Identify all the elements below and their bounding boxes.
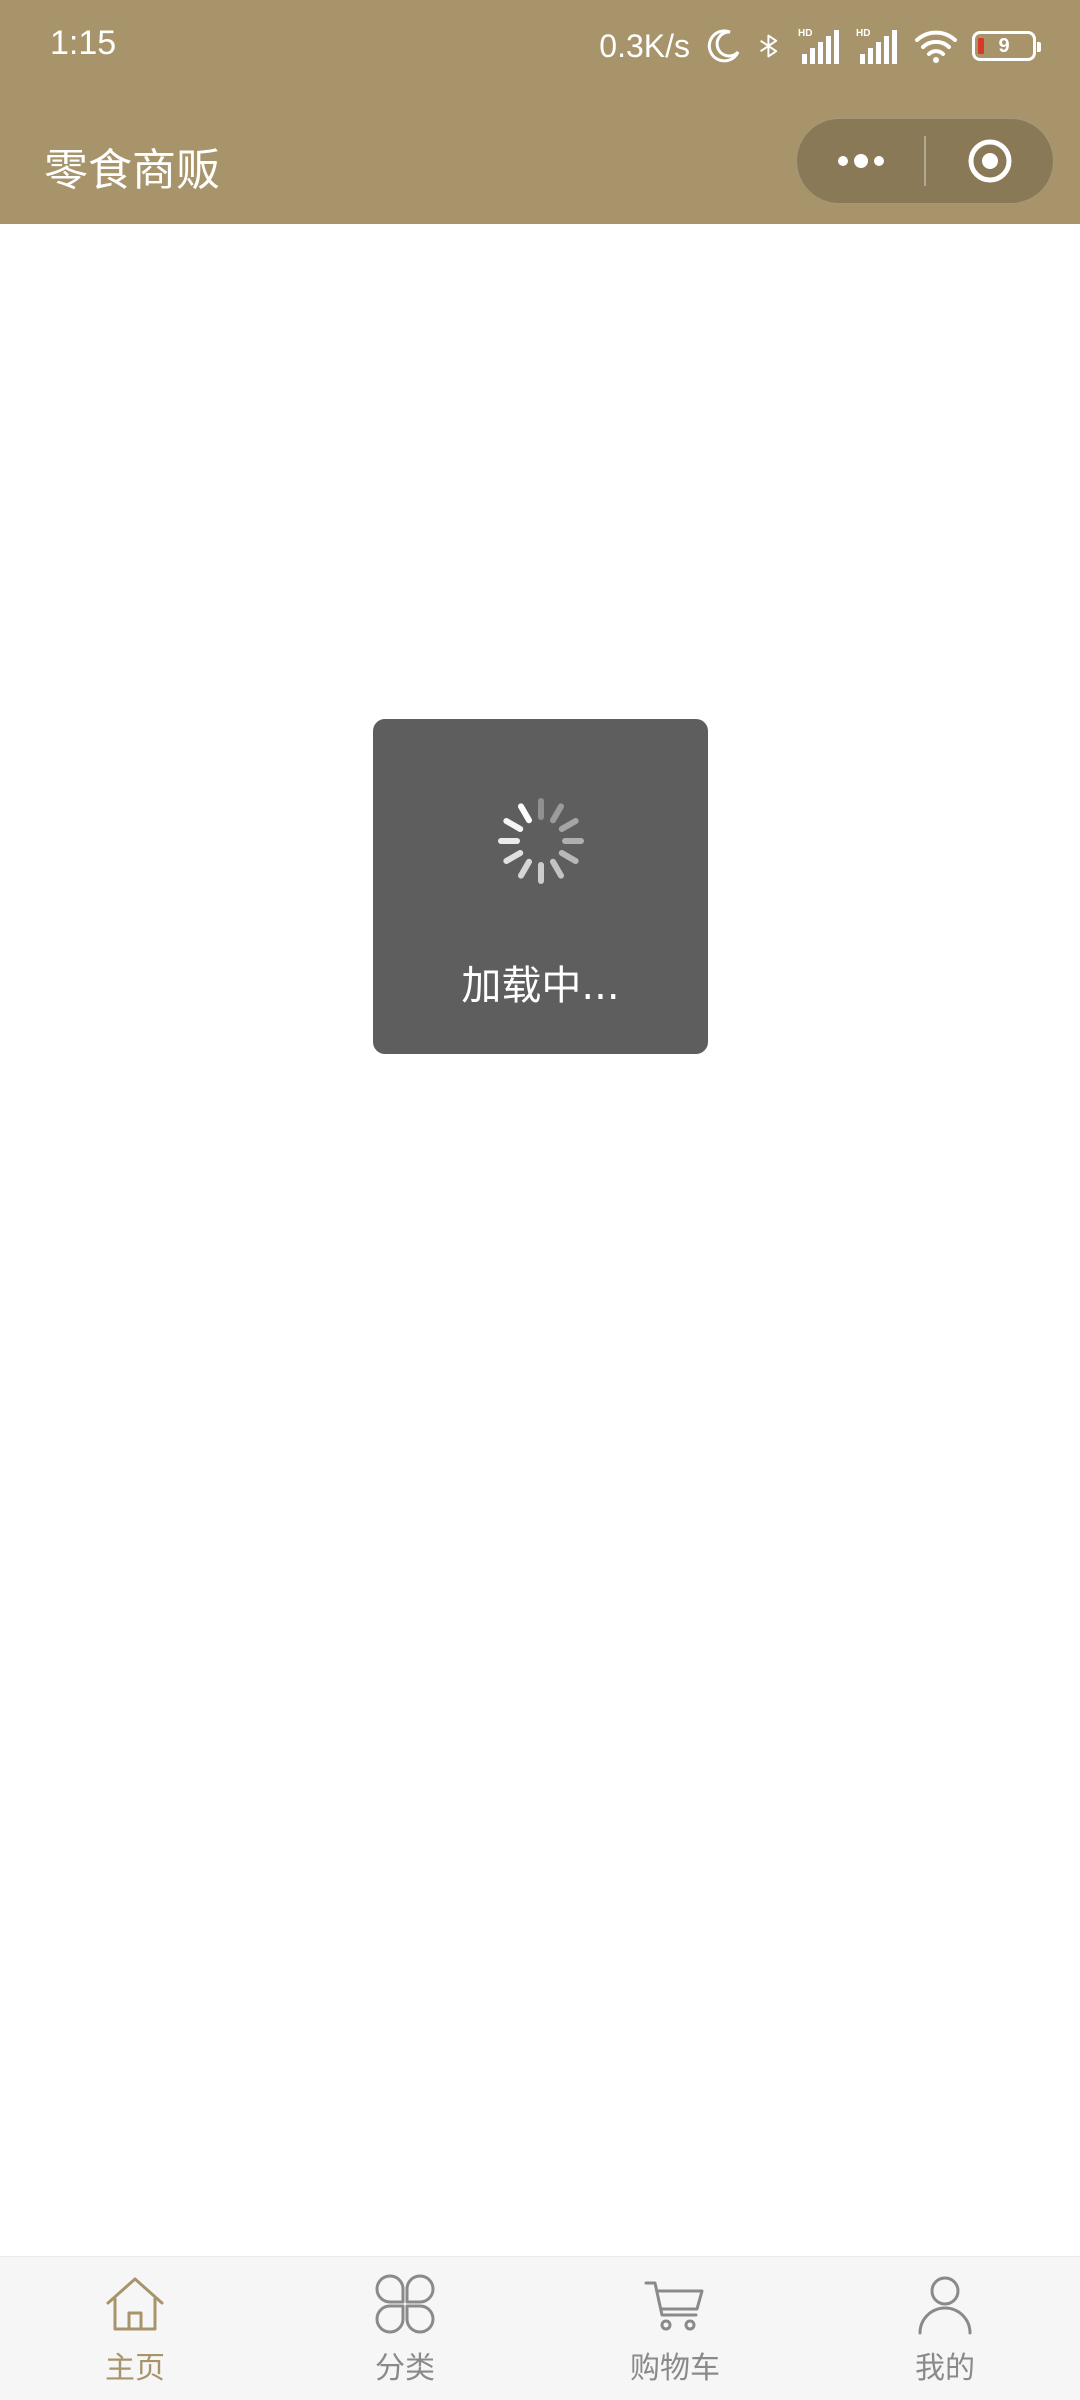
- tab-label: 主页: [105, 2351, 165, 2386]
- tab-profile[interactable]: 我的: [810, 2257, 1080, 2400]
- loading-toast: 加载中...: [373, 719, 708, 1054]
- spinner-ray: [503, 818, 524, 832]
- spinner-ray: [558, 850, 579, 864]
- status-time: 1:15: [50, 24, 117, 62]
- spinner-ray: [503, 850, 524, 864]
- target-circle-icon: [968, 139, 1011, 183]
- tab-cart[interactable]: 购物车: [540, 2257, 810, 2400]
- status-bar: 1:15 0.3K/s HD HD 9: [0, 0, 1080, 96]
- close-mini-program-button[interactable]: [926, 119, 1053, 203]
- loading-text: 加载中...: [461, 963, 620, 1009]
- loading-spinner-icon: [498, 798, 584, 884]
- network-speed: 0.3K/s: [599, 27, 690, 64]
- bottom-tab-bar: 主页 分类 购物车 我的: [0, 2256, 1080, 2400]
- tab-label: 我的: [915, 2351, 975, 2386]
- tab-category[interactable]: 分类: [270, 2257, 540, 2400]
- spinner-ray: [550, 803, 564, 824]
- battery-icon: 9: [972, 31, 1041, 61]
- mini-program-capsule: [796, 118, 1054, 204]
- category-icon: [375, 2274, 435, 2334]
- more-button[interactable]: [797, 119, 924, 203]
- svg-text:HD: HD: [798, 28, 812, 39]
- more-dots-icon: [837, 154, 884, 168]
- hd-signal-icon: HD: [798, 28, 839, 64]
- wifi-icon: [915, 30, 957, 63]
- profile-icon: [918, 2276, 972, 2335]
- header: 1:15 0.3K/s HD HD 9 零食商贩: [0, 0, 1080, 224]
- bluetooth-icon: [760, 34, 778, 58]
- app-screen: 1:15 0.3K/s HD HD 9 零食商贩 加载中... 主页 分类 购物…: [0, 0, 1080, 2400]
- page-title: 零食商贩: [44, 145, 220, 196]
- cart-icon: [644, 2281, 704, 2331]
- home-icon: [106, 2277, 164, 2331]
- spinner-ray: [518, 858, 532, 879]
- spinner-ray: [518, 803, 532, 824]
- tab-label: 分类: [375, 2351, 435, 2386]
- hd-signal-icon: HD: [856, 28, 897, 64]
- moon-icon: [707, 29, 740, 63]
- tab-label: 购物车: [630, 2351, 720, 2386]
- svg-text:HD: HD: [856, 28, 870, 39]
- spinner-ray: [558, 818, 579, 832]
- status-indicators: 0.3K/s HD HD 9: [599, 22, 1041, 70]
- tab-home[interactable]: 主页: [0, 2257, 270, 2400]
- spinner-ray: [550, 858, 564, 879]
